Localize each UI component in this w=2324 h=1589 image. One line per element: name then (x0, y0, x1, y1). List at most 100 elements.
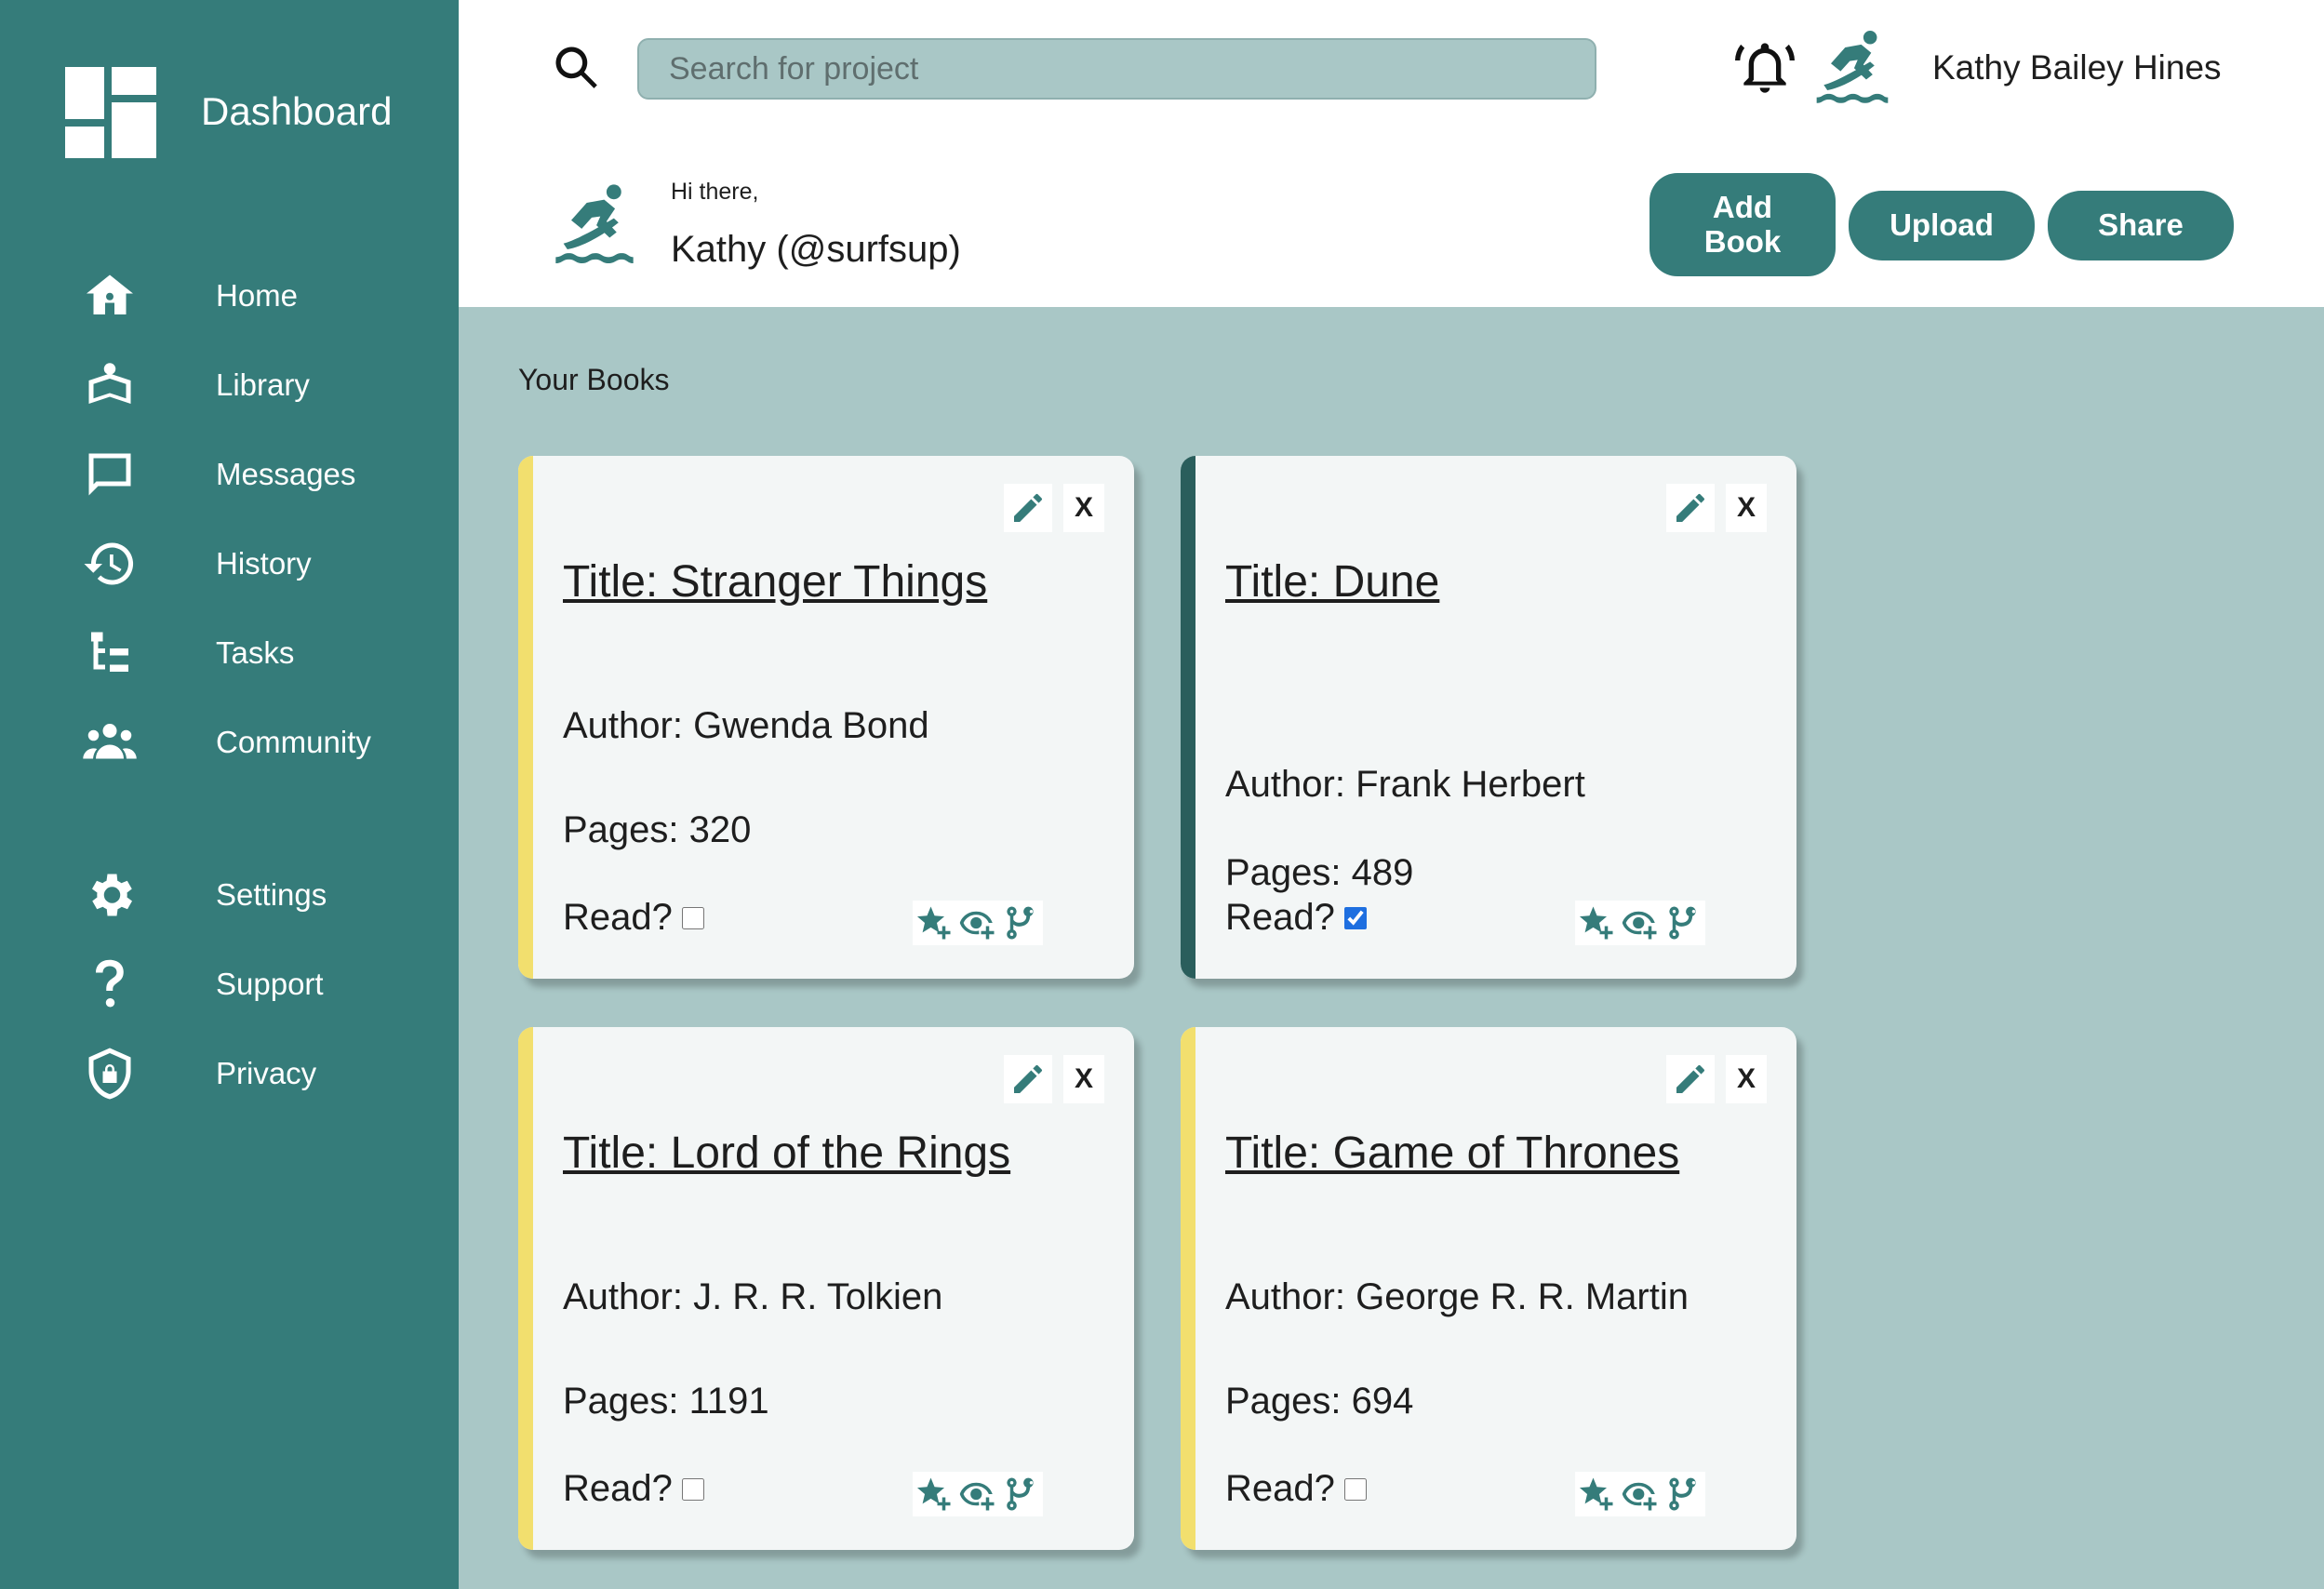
section-title: Your Books (518, 363, 670, 396)
user-name[interactable]: Kathy Bailey Hines (1932, 48, 2222, 87)
tasks-icon (80, 623, 140, 683)
read-toggle[interactable]: Read? (1225, 897, 1367, 939)
share-button[interactable]: Share (2048, 191, 2234, 260)
book-card: X Title: Stranger Things Author: Gwenda Bo… (518, 456, 1134, 979)
book-card: X Title: Lord of the Rings Author: J. R. R… (518, 1027, 1134, 1550)
branch-icon[interactable] (1663, 902, 1704, 943)
eye-plus-icon[interactable] (957, 1474, 998, 1515)
book-pages: Pages: 694 (1225, 1381, 1414, 1422)
read-toggle[interactable]: Read? (563, 897, 704, 939)
sidebar-item-settings[interactable]: Settings (0, 861, 459, 928)
sidebar: Dashboard Home Library Messages History … (0, 0, 459, 1589)
book-title[interactable]: Title: Game of Thrones (1225, 1128, 1679, 1179)
star-plus-icon[interactable] (1576, 1474, 1617, 1515)
close-button[interactable]: X (1726, 1055, 1767, 1103)
read-checkbox[interactable] (681, 1477, 704, 1501)
read-label: Read? (563, 897, 673, 938)
star-plus-icon[interactable] (1576, 902, 1617, 943)
close-button[interactable]: X (1726, 484, 1767, 532)
upload-button[interactable]: Upload (1849, 191, 2035, 260)
book-author: Author: Frank Herbert (1225, 764, 1585, 805)
sidebar-item-label: History (216, 546, 312, 581)
read-checkbox[interactable] (1343, 1477, 1367, 1501)
shield-icon (80, 1044, 140, 1103)
messages-icon (80, 445, 140, 504)
sidebar-item-community[interactable]: Community (0, 709, 459, 776)
sidebar-item-history[interactable]: History (0, 530, 459, 597)
book-card: X Title: Dune Author: Frank Herbert Pages: … (1181, 456, 1796, 979)
sidebar-item-privacy[interactable]: Privacy (0, 1040, 459, 1107)
sidebar-item-label: Support (216, 967, 324, 1001)
card-accent-stripe (518, 1027, 533, 1550)
sidebar-item-library[interactable]: Library (0, 352, 459, 419)
read-label: Read? (1225, 1468, 1335, 1509)
read-label: Read? (563, 1468, 673, 1509)
card-actions (913, 1472, 1043, 1516)
brand[interactable]: Dashboard (65, 67, 392, 158)
star-plus-icon[interactable] (914, 1474, 955, 1515)
pencil-icon[interactable] (1004, 484, 1052, 532)
sidebar-item-label: Library (216, 367, 310, 402)
book-pages: Pages: 489 (1225, 852, 1414, 893)
library-icon (80, 355, 140, 415)
star-plus-icon[interactable] (914, 902, 955, 943)
eye-plus-icon[interactable] (1620, 902, 1661, 943)
dashboard-title: Dashboard (201, 89, 393, 133)
branch-icon[interactable] (1663, 1474, 1704, 1515)
user-handle: Kathy (@surfsup) (671, 229, 961, 270)
read-checkbox[interactable] (1343, 906, 1367, 929)
sidebar-item-label: Messages (216, 457, 356, 491)
sidebar-item-label: Settings (216, 877, 327, 912)
avatar[interactable] (1810, 26, 1895, 112)
book-title[interactable]: Title: Dune (1225, 556, 1439, 608)
sidebar-item-support[interactable]: Support (0, 951, 459, 1018)
branch-icon[interactable] (1001, 902, 1042, 943)
card-accent-stripe (1181, 456, 1195, 979)
sidebar-item-label: Privacy (216, 1056, 317, 1090)
sidebar-item-messages[interactable]: Messages (0, 441, 459, 508)
add-book-button[interactable]: Add Book (1650, 173, 1836, 276)
book-author: Author: Gwenda Bond (563, 705, 929, 746)
close-button[interactable]: X (1063, 1055, 1104, 1103)
sidebar-item-label: Home (216, 278, 299, 313)
card-actions (1575, 901, 1705, 945)
pencil-icon[interactable] (1666, 1055, 1715, 1103)
add-book-label: Add Book (1703, 190, 1782, 259)
branch-icon[interactable] (1001, 1474, 1042, 1515)
history-icon (80, 534, 140, 594)
sidebar-item-label: Tasks (216, 635, 295, 670)
book-title[interactable]: Title: Lord of the Rings (563, 1128, 1010, 1179)
eye-plus-icon[interactable] (957, 902, 998, 943)
search-input[interactable] (637, 38, 1596, 100)
eye-plus-icon[interactable] (1620, 1474, 1661, 1515)
sidebar-item-home[interactable]: Home (0, 262, 459, 329)
home-icon (80, 266, 140, 326)
greeting-text: Hi there, (671, 179, 759, 205)
bell-icon[interactable] (1735, 37, 1795, 99)
read-toggle[interactable]: Read? (563, 1468, 704, 1510)
pencil-icon[interactable] (1004, 1055, 1052, 1103)
dashboard-logo-icon (65, 67, 156, 158)
book-card: X Title: Game of Thrones Author: George R.… (1181, 1027, 1796, 1550)
card-actions (913, 901, 1043, 945)
pencil-icon[interactable] (1666, 484, 1715, 532)
book-title[interactable]: Title: Stranger Things (563, 556, 987, 608)
read-label: Read? (1225, 897, 1335, 938)
book-pages: Pages: 320 (563, 809, 752, 850)
card-accent-stripe (518, 456, 533, 979)
search-icon[interactable] (552, 43, 602, 93)
question-icon (80, 955, 140, 1014)
header: Kathy Bailey Hines Hi there, Kathy (@sur… (459, 0, 2324, 307)
read-checkbox[interactable] (681, 906, 704, 929)
sidebar-item-label: Community (216, 725, 371, 759)
community-icon (80, 713, 140, 772)
read-toggle[interactable]: Read? (1225, 1468, 1367, 1510)
close-button[interactable]: X (1063, 484, 1104, 532)
card-accent-stripe (1181, 1027, 1195, 1550)
sidebar-item-tasks[interactable]: Tasks (0, 620, 459, 687)
gear-icon (80, 865, 140, 925)
avatar (548, 177, 641, 275)
book-author: Author: J. R. R. Tolkien (563, 1276, 943, 1317)
book-author: Author: George R. R. Martin (1225, 1276, 1689, 1317)
book-pages: Pages: 1191 (563, 1381, 769, 1422)
